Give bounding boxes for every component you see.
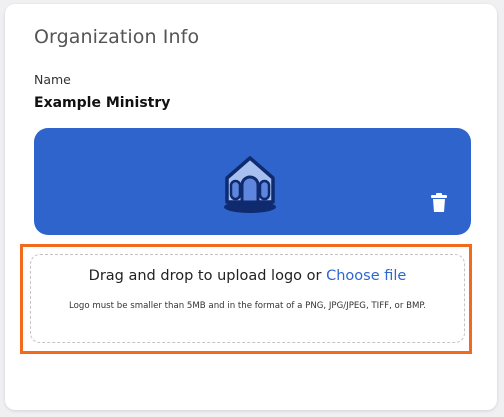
dropzone-prompt-text: Drag and drop to upload logo or — [88, 268, 322, 284]
name-label: Name — [34, 72, 71, 87]
trash-icon[interactable] — [430, 193, 448, 213]
church-icon — [224, 156, 276, 213]
name-value: Example Ministry — [34, 95, 171, 111]
logo-dropzone[interactable]: Drag and drop to upload logo or Choose f… — [30, 254, 465, 343]
section-title: Organization Info — [34, 26, 200, 48]
logo-preview — [34, 128, 471, 235]
dropzone-file-requirements: Logo must be smaller than 5MB and in the… — [69, 301, 426, 311]
dropzone-prompt: Drag and drop to upload logo or Choose f… — [31, 268, 464, 284]
choose-file-link[interactable]: Choose file — [326, 268, 406, 284]
